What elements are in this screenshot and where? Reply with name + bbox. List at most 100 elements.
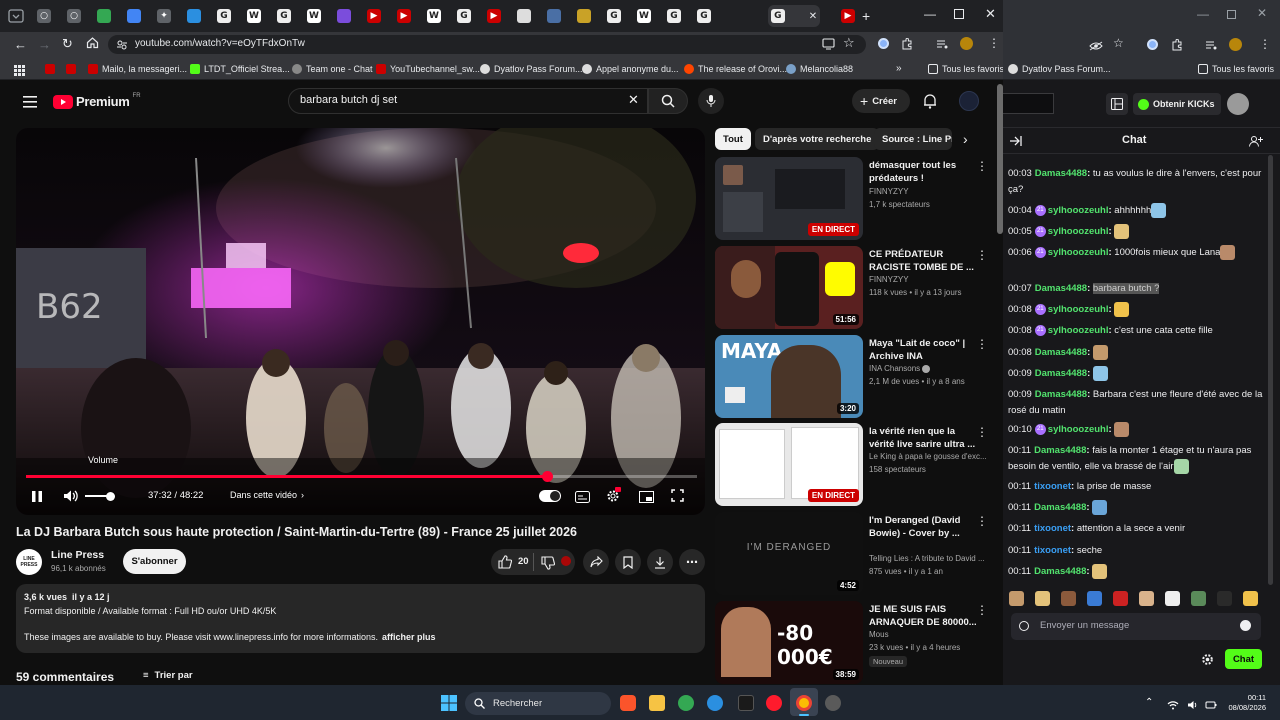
browser-tab[interactable]: W (629, 5, 659, 27)
chrome-taskbar-icon[interactable] (678, 695, 694, 711)
kick-browser-menu-icon[interactable]: ⋮ (1259, 37, 1271, 51)
subscriber-badge[interactable]: 21 (1034, 226, 1046, 237)
autoplay-toggle[interactable] (539, 490, 561, 502)
chat-scrollbar[interactable] (1268, 155, 1273, 585)
browser-tab[interactable]: W (299, 5, 329, 27)
voice-search-button[interactable] (698, 88, 724, 114)
quick-emote-icon[interactable] (1217, 591, 1232, 606)
subscriber-badge[interactable]: 21 (1034, 205, 1046, 216)
chat-username[interactable]: Damas4488 (1035, 389, 1087, 400)
browser-tab[interactable]: G (659, 5, 689, 27)
edge-browser-icon[interactable] (707, 695, 723, 711)
miniplayer-button[interactable] (639, 490, 654, 503)
volume-button[interactable] (63, 489, 79, 503)
quick-emote-icon[interactable] (1113, 591, 1128, 606)
browser-tab[interactable]: ▶ (479, 5, 509, 27)
site-info-icon[interactable] (116, 38, 128, 50)
browser-tab[interactable] (119, 5, 149, 27)
recommendation-card[interactable]: EN DIRECT la vérité rien que la vérité l… (715, 423, 995, 507)
more-actions-button[interactable]: ⋯ (679, 549, 705, 575)
taskbar-clock[interactable]: 00:11 08/08/2026 (1226, 693, 1266, 713)
quick-emote-icon[interactable] (1035, 591, 1050, 606)
sort-comments-button[interactable]: ≡ Trier par (143, 670, 193, 685)
browser-tab[interactable]: G (449, 5, 479, 27)
browser-tab[interactable]: W (419, 5, 449, 27)
chat-username[interactable]: Damas4488 (1035, 347, 1087, 358)
kick-search-input[interactable] (1003, 93, 1054, 114)
windows-start-icon[interactable] (441, 695, 457, 711)
send-chat-button[interactable]: Chat (1225, 649, 1262, 669)
recommendation-card[interactable]: -80 000€ 38:59 JE ME SUIS FAIS ARNAQUER … (715, 601, 995, 685)
youtube-bookmark-icon[interactable] (66, 64, 76, 74)
volume-slider-knob[interactable] (106, 492, 115, 501)
all-bookmarks-folder[interactable]: Tous les favoris (928, 64, 1004, 74)
chat-username[interactable]: sylhooozeuhl (1048, 304, 1109, 315)
chat-username[interactable]: Damas4488 (1034, 445, 1086, 456)
subscriber-badge[interactable]: 21 (1034, 304, 1046, 315)
quick-emote-icon[interactable] (1243, 591, 1258, 606)
install-app-icon[interactable] (822, 37, 835, 50)
kick-library-button[interactable] (1106, 93, 1128, 115)
brave-browser-icon[interactable] (620, 695, 636, 711)
kick-profile-avatar[interactable] (1229, 38, 1242, 51)
subscriber-badge[interactable]: 21 (1034, 424, 1046, 435)
chat-users-icon[interactable] (1249, 134, 1263, 147)
chat-emote-icon[interactable] (1114, 302, 1130, 317)
quick-emote-icon[interactable] (1165, 591, 1180, 606)
browser-tab[interactable] (89, 5, 119, 27)
chat-emote-icon[interactable] (1092, 345, 1108, 360)
chips-next-icon[interactable]: › (963, 131, 968, 147)
browser-tab[interactable]: W (239, 5, 269, 27)
extensions-puzzle-icon[interactable] (901, 37, 913, 50)
minimize-button[interactable]: — (924, 7, 936, 21)
bookmark-melancolia[interactable]: Melancolia88 (786, 64, 853, 74)
save-button[interactable] (615, 549, 641, 575)
chat-username[interactable]: tixoonet (1034, 545, 1071, 556)
browser-tab[interactable] (539, 5, 569, 27)
bookmark-dyatlov[interactable]: Dyatlov Pass Forum... (480, 64, 583, 74)
forward-button[interactable]: → (38, 37, 51, 52)
quick-emote-icon[interactable] (1139, 591, 1154, 606)
browser-tab[interactable]: G (269, 5, 299, 27)
browser-tab[interactable]: G (689, 5, 719, 27)
description-box[interactable] (16, 584, 705, 653)
emoji-picker-icon[interactable] (1240, 620, 1251, 631)
apps-grid-icon[interactable] (14, 63, 25, 76)
browser-tab[interactable] (329, 5, 359, 27)
chat-username[interactable]: Damas4488 (1035, 168, 1087, 179)
chat-emote-icon[interactable] (1092, 366, 1108, 381)
chat-identity-icon[interactable] (1019, 621, 1029, 631)
account-avatar[interactable] (959, 91, 979, 111)
share-button[interactable] (583, 549, 609, 575)
chat-emote-icon[interactable] (1220, 245, 1236, 260)
bookmark-team-one[interactable]: Team one - Chat (292, 64, 373, 74)
new-tab-button[interactable]: + (862, 8, 870, 24)
chip-source[interactable]: Source : Line Pr (874, 128, 952, 150)
wifi-icon[interactable] (1167, 697, 1179, 710)
collapse-chat-icon[interactable] (1009, 134, 1022, 146)
download-button[interactable] (647, 549, 673, 575)
hamburger-menu-icon[interactable] (23, 95, 37, 108)
kick-extension-icon[interactable] (1147, 39, 1158, 50)
recommendation-card[interactable]: I'M DERANGED 4:52 I'm Deranged (David Bo… (715, 512, 995, 596)
more-options-icon[interactable]: ⋮ (976, 159, 988, 173)
chat-username[interactable]: Damas4488 (1035, 283, 1087, 294)
browser-tab[interactable]: G (599, 5, 629, 27)
settings-button[interactable] (606, 487, 621, 503)
battery-icon[interactable] (1205, 697, 1217, 709)
chat-settings-button[interactable] (1201, 653, 1214, 666)
bookmark-ltdt[interactable]: LTDT_Officiel Strea... (190, 64, 290, 74)
chat-username[interactable]: tixoonet (1034, 481, 1071, 492)
tab-search-icon[interactable] (8, 9, 24, 23)
browser-menu-icon[interactable]: ⋮ (988, 36, 1000, 50)
more-options-icon[interactable]: ⋮ (976, 514, 988, 528)
chat-username[interactable]: tixoonet (1034, 523, 1071, 534)
kick-media-controls-icon[interactable] (1205, 38, 1217, 50)
chat-username[interactable]: sylhooozeuhl (1048, 226, 1109, 237)
chat-username[interactable]: sylhooozeuhl (1048, 424, 1109, 435)
browser-tab[interactable] (179, 5, 209, 27)
bookmark-star-icon[interactable]: ☆ (843, 35, 855, 51)
kick-bookmark-star-icon[interactable]: ☆ (1113, 36, 1124, 50)
chat-username[interactable]: Damas4488 (1034, 566, 1086, 577)
kick-all-bookmarks-folder[interactable]: Tous les favoris (1198, 64, 1274, 74)
